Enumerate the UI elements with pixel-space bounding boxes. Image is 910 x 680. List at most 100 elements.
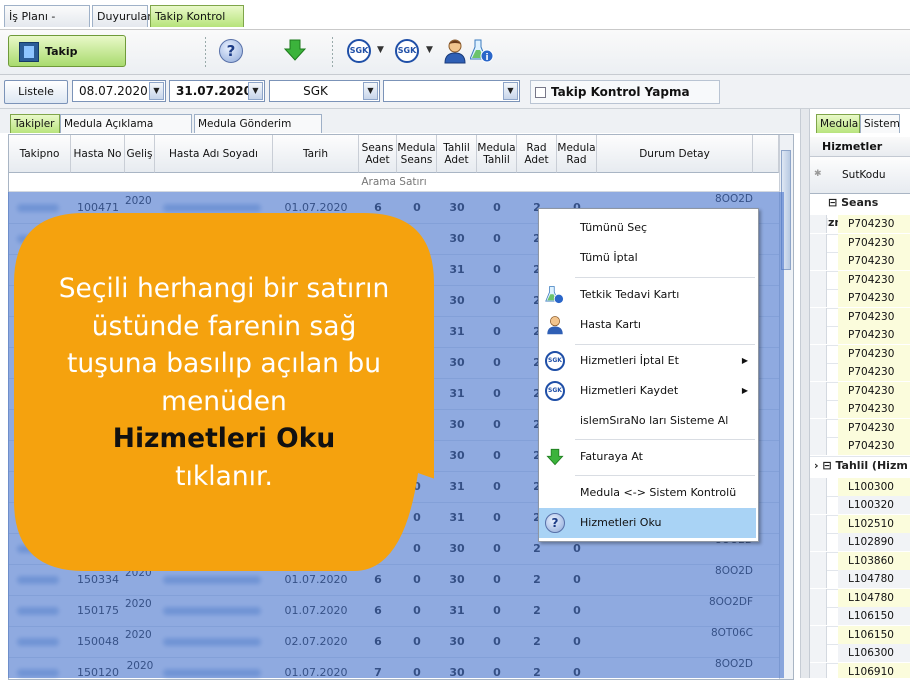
user-icon[interactable]	[443, 38, 467, 64]
list-item[interactable]: L106150	[810, 625, 910, 645]
list-item[interactable]: P704230	[810, 233, 910, 253]
list-item[interactable]: P704230	[810, 400, 910, 420]
column-header[interactable]: Rad Adet	[517, 135, 557, 173]
listele-button[interactable]: Listele	[4, 80, 68, 104]
menu-item-tumu-iptal[interactable]: Tümü İptal	[539, 243, 756, 273]
collapse-icon[interactable]: ⊟	[828, 196, 837, 209]
column-header[interactable]: Hasta No	[71, 135, 125, 173]
column-header[interactable]: Geliş	[125, 135, 155, 173]
column-header[interactable]: Hasta Adı Soyadı	[155, 135, 273, 173]
menu-item-label: Hizmetleri Oku	[580, 516, 662, 529]
list-item[interactable]: P704230	[810, 437, 910, 457]
chevron-down-icon[interactable]: ▼	[149, 82, 164, 100]
list-item[interactable]: L106910	[810, 662, 910, 678]
menu-item-faturaya-at[interactable]: Faturaya At	[539, 442, 756, 472]
list-item[interactable]: L100320	[810, 496, 910, 516]
search-row[interactable]: Arama Satırı	[9, 173, 779, 192]
list-item[interactable]: P704230	[810, 270, 910, 290]
group-row-seans[interactable]: ⊟ Seans (Hizm	[810, 193, 910, 229]
chevron-down-icon[interactable]: ▼	[426, 45, 433, 55]
list-item[interactable]: P704230	[810, 289, 910, 309]
menu-item-hizmetleri-iptal-et[interactable]: SGK Hizmetleri İptal Et ▶	[539, 346, 756, 376]
sutkodu-header[interactable]: SutKodu	[842, 169, 886, 181]
list-item[interactable]: P704230	[810, 344, 910, 364]
takip-kontrol-button[interactable]: Takip Kontrol	[8, 35, 126, 90]
sut-kodu: P704230	[838, 363, 910, 381]
column-header[interactable]: Medula Rad	[557, 135, 597, 173]
takip-kontrol-yapma-checkbox[interactable]: Takip Kontrol Yapma	[530, 80, 720, 104]
tab-medula-aciklama[interactable]: Medula Açıklama (Epikriz)	[60, 114, 192, 148]
list-item[interactable]: L102890	[810, 533, 910, 553]
collapse-icon[interactable]: ⊟	[822, 459, 831, 472]
list-item[interactable]: P704230	[810, 418, 910, 438]
list-item[interactable]: L106150	[810, 607, 910, 627]
chevron-down-icon[interactable]: ▼	[503, 82, 518, 100]
chevron-down-icon[interactable]: ▼	[363, 82, 378, 100]
tab-label: Takip Kontrol	[155, 10, 226, 23]
column-header[interactable]: Tarih	[273, 135, 359, 173]
sut-kodu: L106300	[838, 644, 910, 662]
list-item[interactable]: P704230	[810, 363, 910, 383]
sut-kodu: P704230	[838, 418, 910, 437]
end-date-field[interactable]: 31.07.2020 ▼	[169, 80, 265, 102]
sgk-icon[interactable]: SGK	[395, 39, 419, 63]
menu-item-tetkik-tedavi-karti[interactable]: Tetkik Tedavi Kartı	[539, 280, 756, 310]
splitter[interactable]	[800, 109, 810, 678]
list-item[interactable]: L104780	[810, 570, 910, 590]
checkbox[interactable]	[535, 87, 546, 98]
menu-item-hizmetleri-kaydet[interactable]: SGK Hizmetleri Kaydet ▶	[539, 376, 756, 406]
flask-info-icon[interactable]: i	[470, 38, 494, 64]
column-header[interactable]: Medula Seans	[397, 135, 437, 173]
column-header[interactable]: Durum Detay	[597, 135, 753, 173]
tab-medula[interactable]: Medula	[816, 114, 860, 133]
chevron-down-icon[interactable]: ▼	[377, 45, 384, 55]
tab-takip-kontrol[interactable]: Takip Kontrol×	[150, 5, 244, 46]
list-item[interactable]: P704230	[810, 381, 910, 401]
start-date-field[interactable]: 08.07.2020 ▼	[72, 80, 166, 102]
menu-item-label: Hizmetleri Kaydet	[580, 384, 679, 397]
list-item[interactable]: L104780	[810, 588, 910, 608]
row-indicator	[810, 418, 827, 437]
sut-kodu: L106910	[838, 662, 910, 678]
list-item[interactable]: L100300	[810, 477, 910, 497]
column-header[interactable]: Seans Adet	[359, 135, 397, 173]
list-item[interactable]: L106300	[810, 644, 910, 664]
sgk-icon[interactable]: SGK	[347, 39, 371, 63]
chevron-right-icon: ▶	[741, 386, 748, 395]
menu-separator	[575, 439, 755, 440]
column-header[interactable]: Takipno	[9, 135, 71, 173]
list-item[interactable]: L103860	[810, 551, 910, 571]
list-item[interactable]: P704230	[810, 252, 910, 272]
list-item[interactable]: P704230	[810, 215, 910, 235]
chevron-down-icon[interactable]: ▼	[248, 82, 263, 100]
help-icon[interactable]: ?	[219, 39, 243, 63]
download-arrow-icon	[546, 448, 564, 466]
tab-is-plani[interactable]: İş Planı - Ajanda	[4, 5, 90, 45]
callout-line: tıklanır.	[175, 460, 273, 492]
extra-select[interactable]: ▼	[383, 80, 520, 102]
column-header[interactable]: Medula Tahlil	[477, 135, 517, 173]
download-arrow-icon[interactable]	[282, 37, 308, 63]
row-indicator	[810, 588, 827, 607]
menu-item-hasta-karti[interactable]: Hasta Kartı	[539, 310, 756, 340]
group-row-tahlil[interactable]: › ⊟ Tahlil (Hizm	[810, 456, 910, 476]
tab-sistem[interactable]: Sistem	[860, 114, 900, 133]
menu-item-islemsirano[interactable]: islemSıraNo ları Sisteme Al	[539, 406, 756, 436]
institution-select[interactable]: SGK ▼	[269, 80, 380, 102]
list-item[interactable]: P704230	[810, 307, 910, 327]
tab-medula-gonderim[interactable]: Medula Gönderim Durum	[194, 114, 322, 148]
row-indicator	[810, 400, 827, 418]
group-label: Tahlil (Hizm	[835, 458, 908, 472]
list-item[interactable]: P704230	[810, 326, 910, 346]
tab-takipler[interactable]: Takipler	[10, 114, 60, 133]
list-item[interactable]: L102510	[810, 514, 910, 534]
column-header[interactable]: Tahlil Adet	[437, 135, 477, 173]
menu-item-label: Hasta Kartı	[580, 318, 641, 331]
menu-item-hizmetleri-oku[interactable]: ? Hizmetleri Oku	[539, 508, 756, 538]
expand-arrow-icon[interactable]: ›	[814, 459, 819, 472]
menu-item-medula-sistem-kontrolu[interactable]: Medula <-> Sistem Kontrolü	[539, 478, 756, 508]
flask-info-icon	[545, 286, 564, 304]
menu-item-tumunu-sec[interactable]: Tümünü Seç	[539, 213, 756, 243]
sut-kodu: L106150	[838, 607, 910, 625]
tab-duyurular[interactable]: Duyurular	[92, 5, 152, 27]
